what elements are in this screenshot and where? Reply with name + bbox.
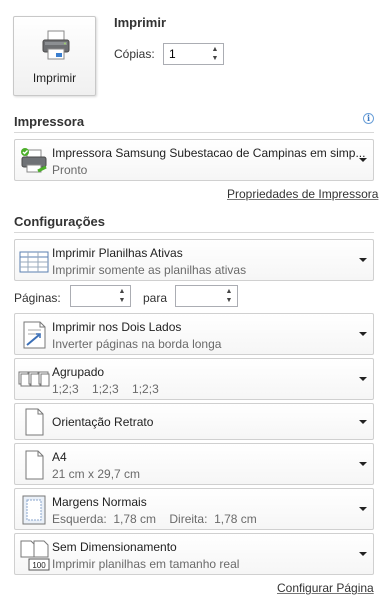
pages-to-up-arrow-icon[interactable]: ▲ — [223, 287, 235, 296]
printer-properties-link[interactable]: Propriedades de Impressora — [227, 187, 378, 201]
printer-status: Pronto — [52, 163, 88, 177]
paper-size-icon — [25, 450, 44, 480]
printer-divider — [14, 132, 374, 133]
info-icon[interactable]: i — [363, 113, 374, 124]
printer-icon — [42, 30, 70, 60]
chevron-down-icon — [359, 332, 367, 336]
paper-size-subtitle: 21 cm x 29,7 cm — [52, 467, 141, 481]
printer-dropdown[interactable]: Impressora Samsung Subestacao de Campina… — [14, 139, 374, 181]
chevron-down-icon — [359, 507, 367, 511]
collated-pages-icon — [18, 371, 50, 387]
margins-title: Margens Normais — [52, 495, 147, 509]
duplex-subtitle: Inverter páginas na borda longa — [52, 337, 222, 351]
print-what-dropdown[interactable]: Imprimir Planilhas Ativas Imprimir somen… — [14, 239, 374, 281]
chevron-down-icon — [359, 419, 367, 424]
chevron-down-icon — [359, 462, 367, 466]
portrait-orientation-icon — [25, 408, 44, 436]
paper-size-title: A4 — [52, 450, 67, 464]
orientation-title: Orientação Retrato — [52, 415, 154, 429]
chevron-down-icon — [359, 158, 367, 162]
margins-subtitle: Esquerda: 1,78 cm Direita: 1,78 cm — [52, 512, 257, 526]
duplex-icon — [23, 321, 46, 349]
chevron-down-icon — [359, 552, 367, 556]
pages-label: Páginas: — [14, 291, 61, 305]
chevron-down-icon — [359, 377, 367, 381]
pages-from-up-arrow-icon[interactable]: ▲ — [116, 287, 128, 296]
print-button[interactable]: Imprimir — [13, 16, 96, 96]
scaling-dropdown[interactable]: 100 Sem Dimensionamento Imprimir planilh… — [14, 533, 374, 575]
sheet-icon — [19, 251, 49, 273]
printer-heading: Impressora — [14, 114, 85, 129]
orientation-dropdown[interactable]: Orientação Retrato — [14, 403, 374, 440]
duplex-title: Imprimir nos Dois Lados — [52, 320, 182, 334]
collation-title: Agrupado — [52, 365, 105, 379]
pages-to-down-arrow-icon[interactable]: ▼ — [223, 296, 235, 305]
settings-heading: Configurações — [14, 214, 106, 229]
copies-value[interactable]: 1 — [169, 47, 176, 61]
scaling-subtitle: Imprimir planilhas em tamanho real — [52, 557, 240, 571]
printer-ready-icon — [21, 148, 47, 173]
copies-stepper[interactable]: 1 ▲ ▼ — [163, 43, 224, 65]
print-title: Imprimir — [114, 15, 167, 30]
paper-size-dropdown[interactable]: A4 21 cm x 29,7 cm — [14, 443, 374, 485]
printer-name: Impressora Samsung Subestacao de Campina… — [52, 146, 366, 160]
copies-label: Cópias: — [114, 47, 155, 61]
chevron-down-icon — [359, 258, 367, 262]
margins-icon — [22, 495, 46, 525]
collation-subtitle: 1;2;3 1;2;3 1;2;3 — [52, 382, 159, 396]
print-button-label: Imprimir — [32, 71, 77, 85]
duplex-dropdown[interactable]: Imprimir nos Dois Lados Inverter páginas… — [14, 313, 374, 355]
pages-to-stepper[interactable]: ▲ ▼ — [175, 285, 238, 307]
collation-dropdown[interactable]: Agrupado 1;2;3 1;2;3 1;2;3 — [14, 358, 374, 400]
copies-up-arrow-icon[interactable]: ▲ — [209, 45, 221, 54]
no-scaling-icon: 100 — [20, 540, 50, 571]
print-what-subtitle: Imprimir somente as planilhas ativas — [52, 263, 247, 277]
pages-from-down-arrow-icon[interactable]: ▼ — [116, 296, 128, 305]
scaling-icon-text: 100 — [32, 561, 46, 570]
pages-to-label: para — [143, 291, 168, 305]
page-setup-link[interactable]: Configurar Página — [277, 581, 374, 595]
settings-divider — [14, 232, 374, 233]
margins-dropdown[interactable]: Margens Normais Esquerda: 1,78 cm Direit… — [14, 488, 374, 530]
copies-down-arrow-icon[interactable]: ▼ — [209, 54, 221, 63]
print-what-title: Imprimir Planilhas Ativas — [52, 246, 183, 260]
pages-from-stepper[interactable]: ▲ ▼ — [70, 285, 131, 307]
scaling-title: Sem Dimensionamento — [52, 540, 177, 554]
